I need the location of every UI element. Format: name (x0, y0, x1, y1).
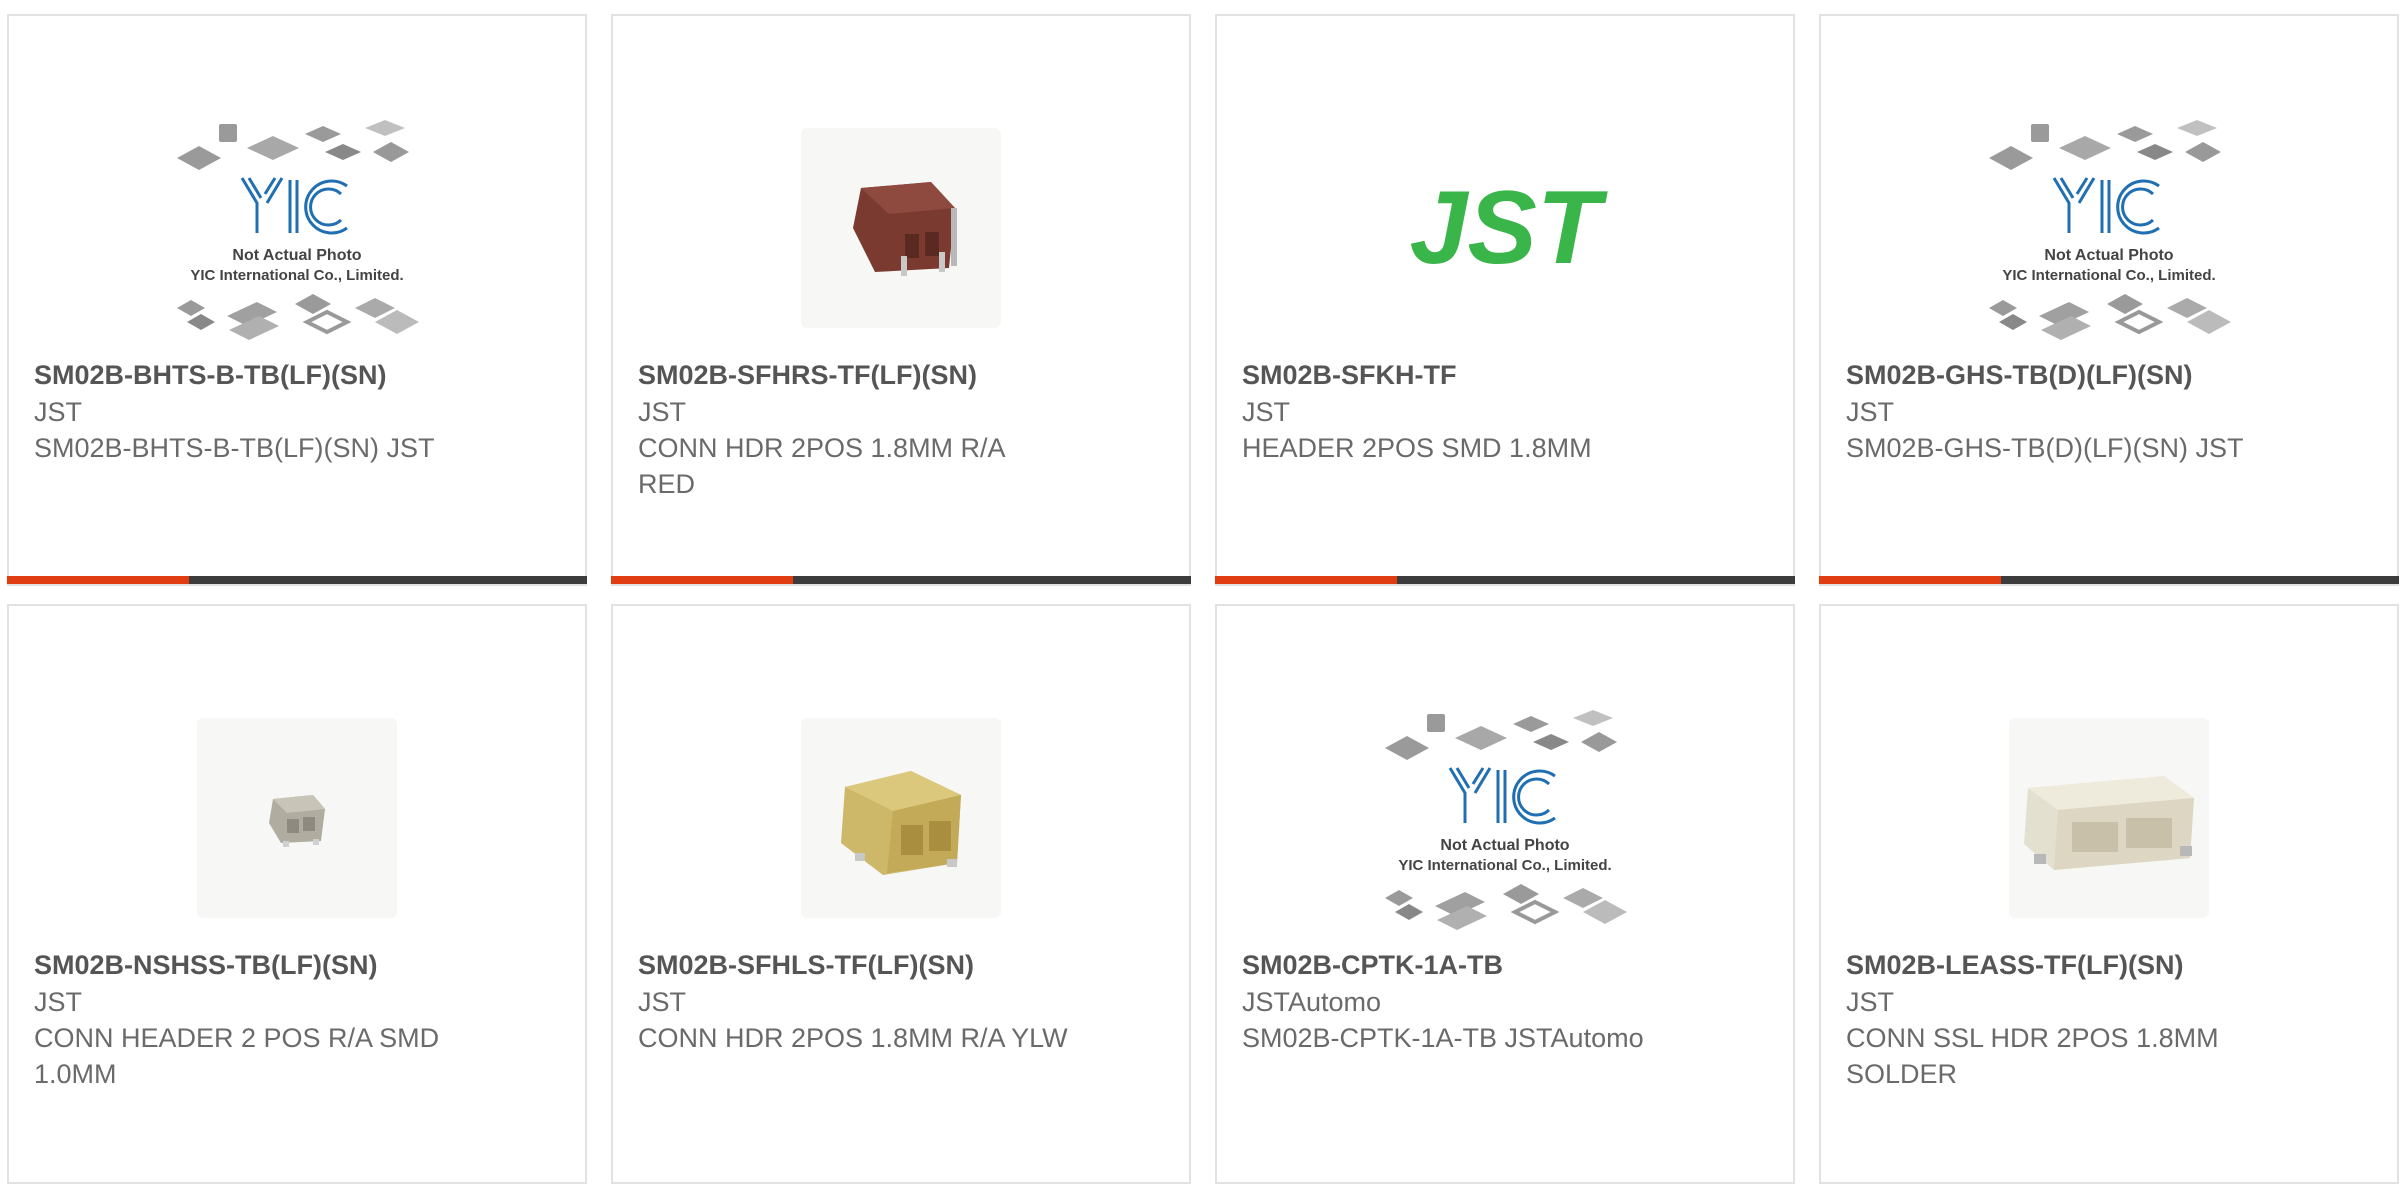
product-card[interactable]: SM02B-SFHLS-TF(LF)(SN) JST CONN HDR 2POS… (611, 604, 1191, 1184)
product-card[interactable]: SM02B-NSHSS-TB(LF)(SN) JST CONN HEADER 2… (7, 604, 587, 1184)
white-connector-photo (2009, 718, 2209, 918)
product-description: SM02B-CPTK-1A-TB JSTAutomo (1242, 1023, 1644, 1053)
product-description: CONN HDR 2POS 1.8MM R/A RED (638, 433, 1005, 499)
product-image-placeholder[interactable]: Not Actual Photo YIC International Co., … (1217, 682, 1793, 954)
product-info: SM02B-SFHLS-TF(LF)(SN) JST CONN HDR 2POS… (638, 946, 1149, 1056)
not-actual-photo-icon: Not Actual Photo YIC International Co., … (1989, 120, 2231, 340)
manufacturer-name: JST (638, 397, 687, 427)
part-number-link[interactable]: SM02B-NSHSS-TB(LF)(SN) (34, 946, 545, 984)
manufacturer-name: JST (34, 397, 83, 427)
small-gray-connector-photo (197, 718, 397, 918)
product-info: SM02B-SFKH-TF JST HEADER 2POS SMD 1.8MM (1242, 356, 1753, 466)
placeholder-line1: Not Actual Photo (232, 247, 361, 264)
manufacturer-name: JST (1846, 987, 1895, 1017)
product-description: CONN SSL HDR 2POS 1.8MM SOLDER (1846, 1023, 2219, 1089)
placeholder-line1: Not Actual Photo (2044, 247, 2173, 264)
product-description: SM02B-BHTS-B-TB(LF)(SN) JST (34, 433, 435, 463)
manufacturer-name: JST (638, 987, 687, 1017)
part-number-link[interactable]: SM02B-SFHRS-TF(LF)(SN) (638, 356, 1149, 394)
product-card[interactable]: Not Actual Photo YIC International Co., … (1215, 604, 1795, 1184)
placeholder-line2: YIC International Co., Limited. (2002, 267, 2215, 284)
product-grid: Not Actual Photo YIC International Co., … (0, 0, 2400, 1184)
product-image[interactable] (613, 682, 1189, 954)
product-card[interactable]: Not Actual Photo YIC International Co., … (7, 14, 587, 586)
card-accent-bar (7, 576, 189, 584)
connector-icon (2024, 776, 2194, 870)
product-description: SM02B-GHS-TB(D)(LF)(SN) JST (1846, 433, 2244, 463)
placeholder-line2: YIC International Co., Limited. (190, 267, 403, 284)
jst-logo-text: JST (1410, 173, 1608, 283)
placeholder-line1: Not Actual Photo (1440, 837, 1569, 854)
connector-icon (841, 771, 961, 875)
product-info: SM02B-LEASS-TF(LF)(SN) JST CONN SSL HDR … (1846, 946, 2357, 1092)
not-actual-photo-icon: Not Actual Photo YIC International Co., … (1385, 710, 1627, 930)
card-accent-bar (1819, 576, 2001, 584)
product-card[interactable]: SM02B-LEASS-TF(LF)(SN) JST CONN SSL HDR … (1819, 604, 2399, 1184)
yellow-connector-photo (801, 718, 1001, 918)
connector-icon (269, 795, 325, 847)
product-image[interactable] (613, 92, 1189, 364)
product-card[interactable]: JST SM02B-SFKH-TF JST HEADER 2POS SMD 1.… (1215, 14, 1795, 586)
part-number-link[interactable]: SM02B-BHTS-B-TB(LF)(SN) (34, 356, 545, 394)
product-image-placeholder[interactable]: Not Actual Photo YIC International Co., … (9, 92, 585, 364)
manufacturer-name: JST (34, 987, 83, 1017)
manufacturer-name: JST (1846, 397, 1895, 427)
part-number-link[interactable]: SM02B-SFKH-TF (1242, 356, 1753, 394)
product-description: CONN HEADER 2 POS R/A SMD 1.0MM (34, 1023, 440, 1089)
part-number-link[interactable]: SM02B-CPTK-1A-TB (1242, 946, 1753, 984)
card-accent-bar (1215, 576, 1397, 584)
product-info: SM02B-GHS-TB(D)(LF)(SN) JST SM02B-GHS-TB… (1846, 356, 2357, 466)
part-number-link[interactable]: SM02B-LEASS-TF(LF)(SN) (1846, 946, 2357, 984)
product-image[interactable] (1821, 682, 2397, 954)
card-progress-bar (611, 576, 1191, 584)
card-progress-bar (7, 576, 587, 584)
product-description: CONN HDR 2POS 1.8MM R/A YLW (638, 1023, 1068, 1053)
red-connector-photo (801, 128, 1001, 328)
manufacturer-name: JSTAutomo (1242, 987, 1382, 1017)
product-info: SM02B-CPTK-1A-TB JSTAutomo SM02B-CPTK-1A… (1242, 946, 1753, 1056)
product-info: SM02B-BHTS-B-TB(LF)(SN) JST SM02B-BHTS-B… (34, 356, 545, 466)
product-card[interactable]: Not Actual Photo YIC International Co., … (1819, 14, 2399, 586)
part-number-link[interactable]: SM02B-SFHLS-TF(LF)(SN) (638, 946, 1149, 984)
product-info: SM02B-SFHRS-TF(LF)(SN) JST CONN HDR 2POS… (638, 356, 1149, 502)
connector-icon (853, 182, 957, 276)
product-image[interactable]: JST (1217, 92, 1793, 364)
product-image-placeholder[interactable]: Not Actual Photo YIC International Co., … (1821, 92, 2397, 364)
product-info: SM02B-NSHSS-TB(LF)(SN) JST CONN HEADER 2… (34, 946, 545, 1092)
product-card[interactable]: SM02B-SFHRS-TF(LF)(SN) JST CONN HDR 2POS… (611, 14, 1191, 586)
product-description: HEADER 2POS SMD 1.8MM (1242, 433, 1592, 463)
product-image[interactable] (9, 682, 585, 954)
placeholder-line2: YIC International Co., Limited. (1398, 857, 1611, 874)
card-progress-bar (1215, 576, 1795, 584)
jst-logo-icon: JST (1410, 173, 1608, 283)
card-accent-bar (611, 576, 793, 584)
not-actual-photo-icon: Not Actual Photo YIC International Co., … (177, 120, 419, 340)
part-number-link[interactable]: SM02B-GHS-TB(D)(LF)(SN) (1846, 356, 2357, 394)
card-progress-bar (1819, 576, 2399, 584)
manufacturer-name: JST (1242, 397, 1291, 427)
